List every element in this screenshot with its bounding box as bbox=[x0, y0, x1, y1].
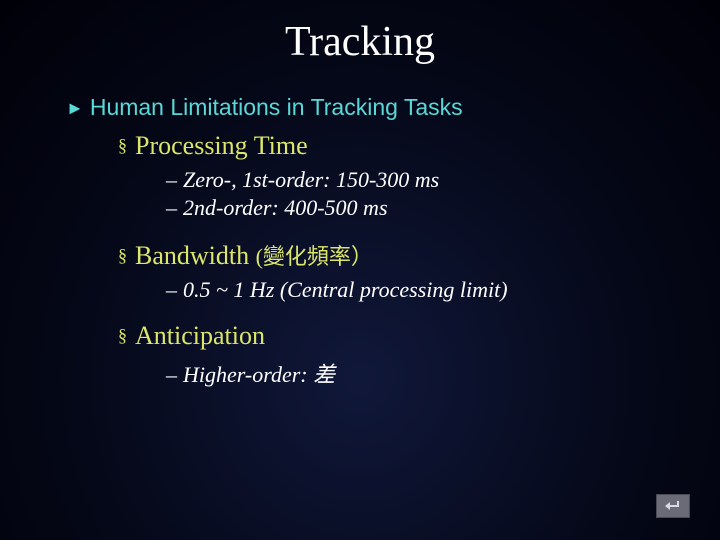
bullet-item: –2nd-order: 400-500 ms bbox=[166, 195, 674, 221]
bullet-text: 0.5 ~ 1 Hz (Central processing limit) bbox=[183, 277, 508, 302]
section-paren: (變化頻率） bbox=[256, 244, 373, 269]
square-icon: § bbox=[118, 135, 127, 155]
bullet-text: Zero-, 1st-order: 150-300 ms bbox=[183, 167, 439, 192]
bullet-text: 2nd-order: 400-500 ms bbox=[183, 195, 388, 220]
slide: Tracking ► Human Limitations in Tracking … bbox=[0, 0, 720, 540]
square-icon: § bbox=[118, 245, 127, 265]
dash-icon: – bbox=[166, 277, 177, 302]
bullet-text: Higher-order: 差 bbox=[183, 362, 335, 387]
bullet-item: –0.5 ~ 1 Hz (Central processing limit) bbox=[166, 277, 674, 303]
dash-icon: – bbox=[166, 195, 177, 220]
bullet-item: –Zero-, 1st-order: 150-300 ms bbox=[166, 167, 674, 193]
section-label: § Bandwidth (變化頻率） bbox=[118, 239, 674, 271]
dash-icon: – bbox=[166, 362, 177, 387]
section-label: § Anticipation bbox=[118, 321, 674, 351]
triangle-icon: ► bbox=[66, 98, 84, 118]
slide-title: Tracking bbox=[46, 18, 674, 66]
section-label: § Processing Time bbox=[118, 131, 674, 161]
heading-line: ► Human Limitations in Tracking Tasks bbox=[66, 94, 674, 121]
square-icon: § bbox=[118, 325, 127, 345]
section-0: § Processing Time –Zero-, 1st-order: 150-… bbox=[46, 131, 674, 221]
dash-icon: – bbox=[166, 167, 177, 192]
section-2: § Anticipation –Higher-order: 差 bbox=[46, 321, 674, 389]
return-arrow-icon bbox=[663, 499, 683, 513]
section-label-text: Processing Time bbox=[135, 131, 308, 160]
section-label-text: Bandwidth bbox=[135, 241, 249, 270]
section-label-text: Anticipation bbox=[135, 321, 265, 350]
heading-text: Human Limitations in Tracking Tasks bbox=[90, 94, 463, 120]
return-button[interactable] bbox=[656, 494, 690, 518]
bullet-item: –Higher-order: 差 bbox=[166, 357, 674, 389]
section-1: § Bandwidth (變化頻率） –0.5 ~ 1 Hz (Central p… bbox=[46, 239, 674, 303]
